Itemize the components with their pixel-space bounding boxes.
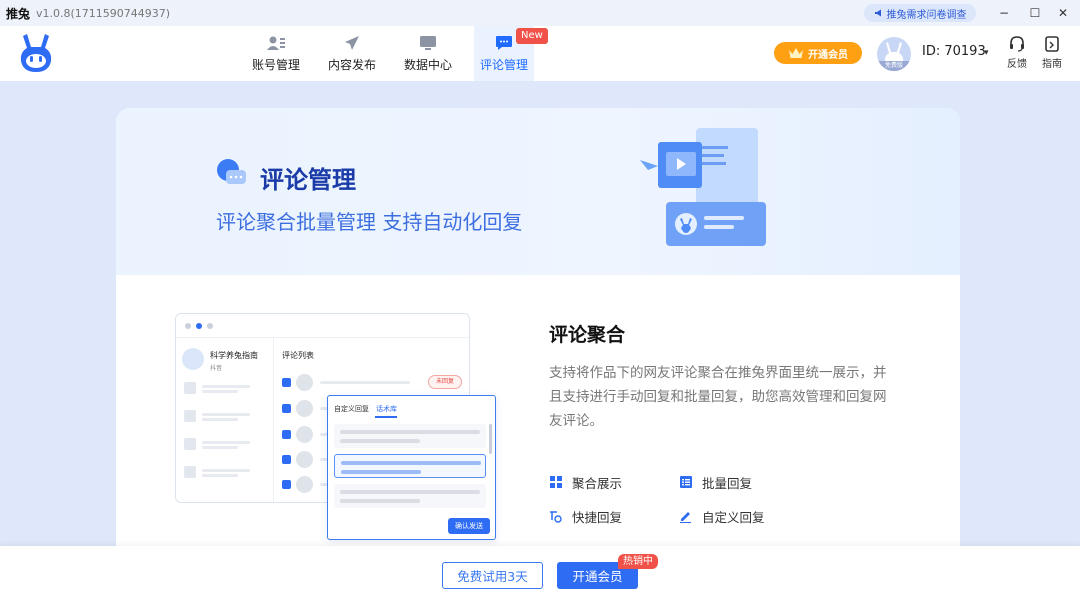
feature-item-label: 自定义回复 [702,509,765,525]
survey-label: 推兔需求问卷调查 [886,9,967,21]
close-button[interactable]: ✕ [1053,3,1073,23]
nav-label: 数据中心 [403,58,452,72]
minimize-button[interactable]: − [994,3,1014,23]
vip-button[interactable]: 开通会员 [774,42,862,64]
avatar[interactable]: 免费版 [877,37,911,71]
nav-label: 内容发布 [327,58,376,72]
app-header: 账号管理 内容发布 数据中心 评论管理 New 开通会员 免费版 ID: 701… [0,26,1080,81]
crown-icon [789,48,803,58]
feature-item-label: 批量回复 [702,475,753,491]
reply-popup-mockup: 自定义回复 话术库 确认发送 [327,395,496,540]
mockup-topbar [176,314,469,338]
mockup-side-row [184,382,268,396]
popup-tab-library: 话术库 [376,405,397,413]
account-icon [267,34,285,52]
pen-icon [679,510,692,523]
popup-reply-item [334,424,486,448]
hero-subtitle: 评论聚合批量管理 支持自动化回复 [216,210,523,234]
mockup-platform: 抖音 [210,365,223,372]
nav-content-publish[interactable]: 内容发布 [322,26,382,81]
feature-item-batch-reply: 批量回复 [679,473,752,491]
popup-reply-item [334,484,486,508]
quick-reply-icon [549,510,562,523]
feature-description: 支持将作品下的网友评论聚合在推兔界面里统一展示，并且支持进行手动回复和批量回复，… [549,365,887,429]
plan-tag: 免费版 [877,61,911,71]
comment-bubble-icon [217,159,246,184]
paper-plane-icon [343,34,361,52]
headset-icon [1010,36,1024,52]
feature-title: 评论聚合 [549,324,626,346]
guide-button[interactable]: 指南 [1037,35,1067,75]
nav-account-management[interactable]: 账号管理 [246,26,306,81]
vip-label: 开通会员 [808,49,848,61]
popup-send-button: 确认发送 [448,518,490,534]
feature-item-quick-reply: 快捷回复 [549,507,622,525]
popup-tab-indicator [375,416,397,418]
nav-label: 评论管理 [479,58,528,72]
maximize-button[interactable]: ☐ [1025,3,1045,23]
mockup-avatar [182,348,204,370]
guide-book-icon [1045,36,1059,52]
guide-label: 指南 [1042,59,1062,70]
window-titlebar: 推兔 v1.0.8(1711590744937) 推兔需求问卷调查 − ☐ ✕ [0,0,1080,26]
mockup-side-row [184,438,268,452]
new-badge: New [516,28,548,44]
comment-icon [495,34,513,52]
unreplied-tag: 未回复 [428,375,462,389]
monitor-icon [419,34,437,52]
popup-reply-item-selected [334,454,486,478]
nav-label: 账号管理 [251,58,300,72]
mockup-dot [207,323,213,329]
popup-tab-custom: 自定义回复 [334,405,369,413]
mockup-account-name: 科学养兔指南 [210,351,258,360]
video-illustration-icon [640,128,766,246]
mockup-list-title: 评论列表 [282,351,314,360]
feedback-label: 反馈 [1007,59,1027,70]
mockup-dot [196,323,202,329]
feature-item-aggregate: 聚合展示 [549,473,622,491]
feature-item-label: 聚合展示 [572,475,623,491]
mockup-side-row [184,466,268,480]
mockup-sidebar: 科学养兔指南 抖音 [176,338,274,502]
feedback-button[interactable]: 反馈 [1002,35,1032,75]
free-trial-button[interactable]: 免费试用3天 [442,562,543,589]
user-id: ID: 70193 [922,44,986,59]
chevron-down-icon[interactable]: ▾ [984,48,989,58]
bottom-action-bar: 免费试用3天 开通会员 热销中 [0,546,1080,605]
megaphone-icon [874,9,881,17]
feature-item-label: 快捷回复 [572,509,623,525]
mockup-side-row [184,410,268,424]
hero-banner: 评论管理 评论聚合批量管理 支持自动化回复 [116,108,960,275]
feature-card: 评论管理 评论聚合批量管理 支持自动化回复 科学养兔指南 抖音 评论列表 未回复… [116,108,960,548]
app-logo-icon [20,34,52,72]
feature-item-custom-reply: 自定义回复 [679,507,765,525]
popup-scrollbar [489,424,492,454]
mockup-dot [185,323,191,329]
survey-button[interactable]: 推兔需求问卷调查 [864,4,976,22]
grid-icon [549,476,562,489]
hero-title: 评论管理 [260,166,356,194]
app-name: 推兔 [6,6,31,21]
nav-data-center[interactable]: 数据中心 [398,26,458,81]
app-version: v1.0.8(1711590744937) [36,6,171,20]
list-icon [679,476,692,489]
hot-sale-badge: 热销中 [618,554,658,569]
